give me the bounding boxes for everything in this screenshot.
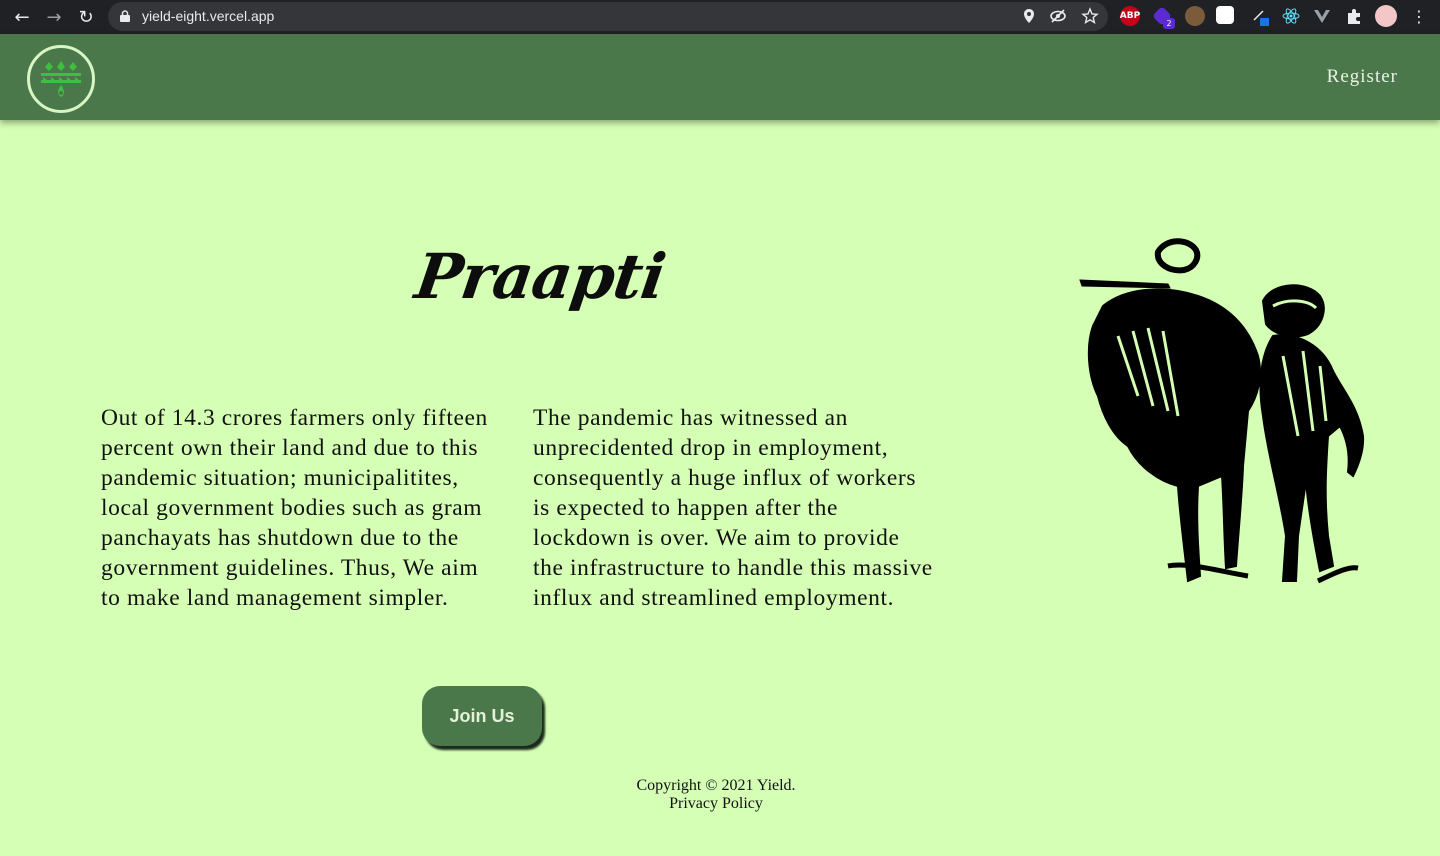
footer: Copyright © 2021 Yield. Privacy Policy	[0, 777, 1432, 813]
copyright-text: Copyright © 2021 Yield.	[636, 777, 796, 794]
browser-toolbar: ← → ↻ yield-eight.vercel.app ABP 2 ⋮	[0, 0, 1440, 34]
lock-icon	[120, 10, 130, 22]
star-icon[interactable]	[1081, 7, 1099, 25]
vue-devtools-icon[interactable]	[1312, 6, 1332, 26]
extension-image-icon[interactable]	[1216, 6, 1234, 24]
address-bar[interactable]: yield-eight.vercel.app	[108, 2, 1108, 31]
farmer-with-ox-illustration	[1079, 238, 1365, 584]
extension-badge: 2	[1163, 18, 1175, 29]
reload-icon[interactable]: ↻	[74, 5, 98, 29]
yield-logo[interactable]	[27, 45, 95, 113]
extension-owl-icon[interactable]	[1185, 6, 1205, 26]
mission-paragraph-employment: The pandemic has witnessed an unpreciden…	[533, 405, 933, 611]
location-icon[interactable]	[1020, 7, 1038, 25]
more-menu-icon[interactable]: ⋮	[1409, 6, 1429, 26]
register-link[interactable]: Register	[1327, 66, 1398, 88]
puzzle-extensions-icon[interactable]	[1344, 6, 1364, 26]
site-header: Register	[0, 34, 1440, 120]
adblock-extension-icon[interactable]: ABP	[1120, 6, 1140, 26]
eye-off-icon[interactable]	[1049, 7, 1067, 25]
profile-avatar[interactable]	[1375, 5, 1397, 27]
url-text: yield-eight.vercel.app	[142, 8, 275, 24]
join-us-button[interactable]: Join Us	[422, 686, 542, 746]
mission-paragraph-land: Out of 14.3 crores farmers only fifteen …	[101, 405, 488, 611]
privacy-policy-link[interactable]: Privacy Policy	[0, 795, 1432, 813]
page-title: Praapti	[410, 240, 670, 313]
wheat-logo-icon	[41, 61, 81, 97]
react-devtools-icon[interactable]	[1281, 6, 1301, 26]
extension-pen-icon[interactable]	[1250, 6, 1270, 26]
forward-icon[interactable]: →	[42, 5, 66, 29]
back-icon[interactable]: ←	[10, 5, 34, 29]
